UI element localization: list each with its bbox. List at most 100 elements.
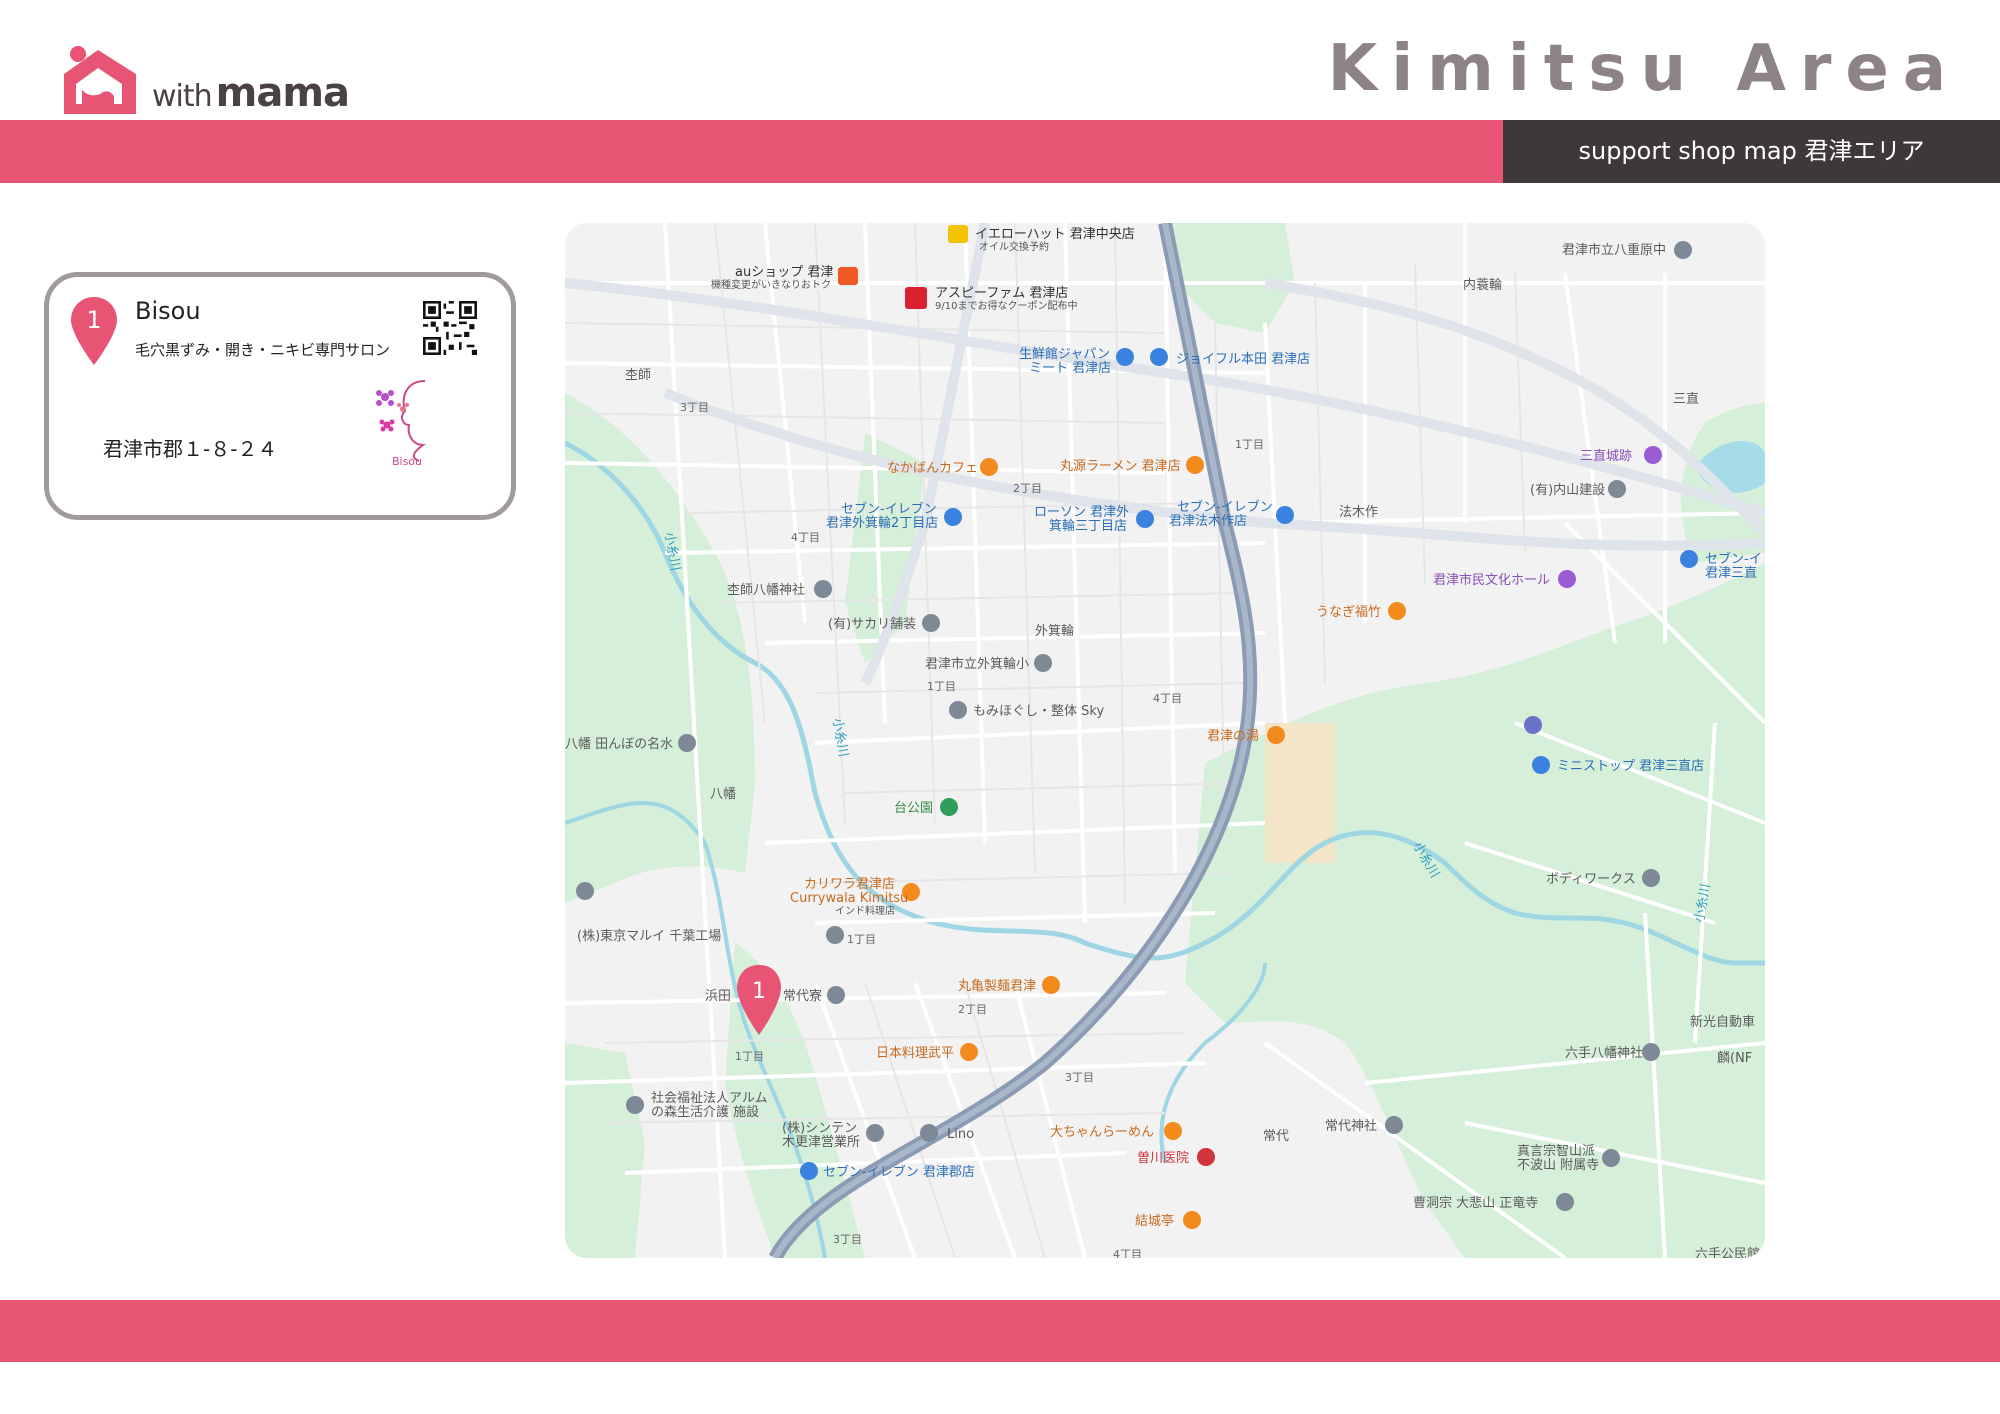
- water-icon: [678, 734, 696, 752]
- factory-icon: [826, 926, 844, 944]
- label-hokisaku: 法木作: [1339, 505, 1378, 520]
- label-chome3c: 3丁目: [833, 1233, 862, 1246]
- label-aspi: アスピーファム 君津店: [935, 286, 1068, 301]
- seven4-icon: [800, 1162, 818, 1180]
- label-sanchokujo: 三直城跡: [1580, 448, 1632, 464]
- label-rokute: 六手八幡神社: [1565, 1045, 1643, 1061]
- shinten-icon: [866, 1124, 884, 1142]
- label-tsunesho2: 常代: [1263, 1129, 1289, 1144]
- label-seven1b: 君津外箕輪2丁目店: [826, 515, 938, 531]
- shrine-icon: [814, 580, 832, 598]
- massage-icon: [949, 701, 967, 719]
- park-icon: [940, 798, 958, 816]
- label-chome3b: 3丁目: [1065, 1071, 1094, 1084]
- label-seven3b: 君津三直: [1705, 566, 1757, 581]
- label-lino: Lino: [947, 1127, 974, 1142]
- seven2-icon: [1276, 506, 1294, 524]
- lino-icon: [920, 1124, 938, 1142]
- label-rokutepark: 六手公民館: [1695, 1247, 1760, 1258]
- label-seven3a: セブン-イ: [1705, 551, 1762, 567]
- seven-icon: [944, 508, 962, 526]
- shop-bag-icon: [1150, 348, 1168, 366]
- label-chome1c: 1丁目: [847, 933, 876, 946]
- label-marui: (株)東京マルイ 千葉工場: [577, 928, 721, 944]
- bath-icon: [1267, 726, 1285, 744]
- dorm-icon: [827, 986, 845, 1004]
- label-lawson1: ローソン 君津外: [1034, 505, 1129, 520]
- label-nakaban: なかばんカフェ: [887, 461, 978, 476]
- paving-icon: [922, 614, 940, 632]
- company-icon: [1608, 480, 1626, 498]
- subtitle-box: support shop map 君津エリア: [1503, 120, 2000, 183]
- label-shingon2: 不波山 附属寺: [1517, 1158, 1599, 1173]
- label-chome4a: 4丁目: [791, 531, 820, 544]
- label-shinten2: 木更津営業所: [782, 1134, 860, 1150]
- seven3-icon: [1680, 550, 1698, 568]
- label-currywala3: インド料理店: [835, 904, 895, 917]
- bottom-band: [0, 1300, 2000, 1362]
- label-lawson2: 箕輪三丁目店: [1049, 518, 1127, 534]
- ramen-icon: [1186, 456, 1204, 474]
- label-seisen: 生鮮館ジャパン: [1019, 347, 1110, 362]
- aspi-icon: [905, 287, 927, 309]
- shrine3-icon: [1385, 1116, 1403, 1134]
- label-ministop: ミニストップ 君津三直店: [1557, 759, 1704, 774]
- bodyworks-icon: [1642, 869, 1660, 887]
- label-yellowhat: イエローハット 君津中央店: [975, 227, 1135, 242]
- label-kuushi: 杢師: [625, 368, 651, 383]
- label-body: ボディワークス: [1546, 871, 1636, 887]
- label-yaeharanaka: 君津市立八重原中: [1562, 242, 1666, 258]
- shop-name: Bisou: [135, 297, 201, 325]
- area-title: Kimitsu Area: [1327, 32, 1960, 106]
- label-chome4c: 4丁目: [1113, 1248, 1142, 1258]
- label-marugame: 丸亀製麺君津: [958, 979, 1036, 994]
- gas-icon: [1524, 716, 1542, 734]
- udon-icon: [1042, 976, 1060, 994]
- unagi-icon: [1388, 602, 1406, 620]
- label-seven2b: 君津法木作店: [1169, 514, 1247, 529]
- shop-cart-icon: [1116, 348, 1134, 366]
- label-marugen: 丸源ラーメン 君津店: [1060, 459, 1181, 474]
- label-aspi-sub: 9/10までお得なクーポン配布中: [935, 299, 1077, 312]
- historic-icon: [1644, 446, 1662, 464]
- label-sotoshu: 曹洞宗 大悲山 正竜寺: [1413, 1195, 1538, 1211]
- label-chome2a: 2丁目: [1013, 482, 1042, 495]
- map-canvas[interactable]: イエローハット 君津中央店 オイル交換予約 auショップ 君津 機種変更がいきな…: [565, 223, 1765, 1258]
- label-chome3a: 3丁目: [680, 401, 709, 414]
- label-seven2a: セブン-イレブン: [1177, 499, 1273, 515]
- label-chome1b: 1丁目: [927, 680, 956, 693]
- label-chome1d: 1丁目: [735, 1050, 764, 1063]
- label-currywala1: カリワラ君津店: [804, 877, 895, 892]
- label-momi: もみほぐし・整体 Sky: [973, 704, 1104, 719]
- japanese-icon: [960, 1043, 978, 1061]
- ramen2-icon: [1164, 1122, 1182, 1140]
- school-icon: [1674, 241, 1692, 259]
- brand-wordmark: with mama: [152, 70, 350, 116]
- label-kimitsu-yu: 君津の湯: [1207, 729, 1259, 744]
- with-mama-logo: with mama: [60, 44, 380, 124]
- hall-icon: [1558, 570, 1576, 588]
- label-tsunesho: 常代寮: [783, 988, 822, 1004]
- school2-icon: [1034, 654, 1052, 672]
- label-hachiman: 八幡: [710, 787, 736, 802]
- label-bunka: 君津市民文化ホール: [1433, 572, 1550, 588]
- brand-big: mama: [215, 70, 350, 116]
- shop-description: 毛穴黒ずみ・開き・ニキビ専門サロン: [135, 341, 391, 359]
- clinic-icon: [1197, 1148, 1215, 1166]
- label-arum1: 社会福祉法人アルム: [651, 1090, 768, 1106]
- label-uchiyama: (有)内山建設: [1530, 482, 1605, 498]
- label-tsuneshiro: 常代神社: [1325, 1118, 1377, 1134]
- label-uchiminowa: 内蓑輪: [1463, 277, 1502, 293]
- qr-code-icon[interactable]: [423, 301, 477, 355]
- shop-card[interactable]: 1 Bisou 毛穴黒ずみ・開き・ニキビ専門サロン 君津市郡１-８-２４ Bis…: [44, 272, 516, 520]
- label-currywala2: Currywala Kimitsu: [790, 891, 908, 906]
- label-yuki: 結城亭: [1135, 1213, 1174, 1229]
- label-arum2: の森生活介護 施設: [651, 1104, 759, 1120]
- label-sotomino-sho: 君津市立外箕輪小: [925, 656, 1029, 672]
- area-map[interactable]: イエローハット 君津中央店 オイル交換予約 auショップ 君津 機種変更がいきな…: [565, 223, 1765, 1258]
- west-poi-icon: [576, 882, 594, 900]
- ministop-icon: [1532, 756, 1550, 774]
- shop-logo-text: Bisou: [392, 455, 422, 468]
- label-daikoen: 台公園: [894, 801, 933, 816]
- label-chome2b: 2丁目: [958, 1003, 987, 1016]
